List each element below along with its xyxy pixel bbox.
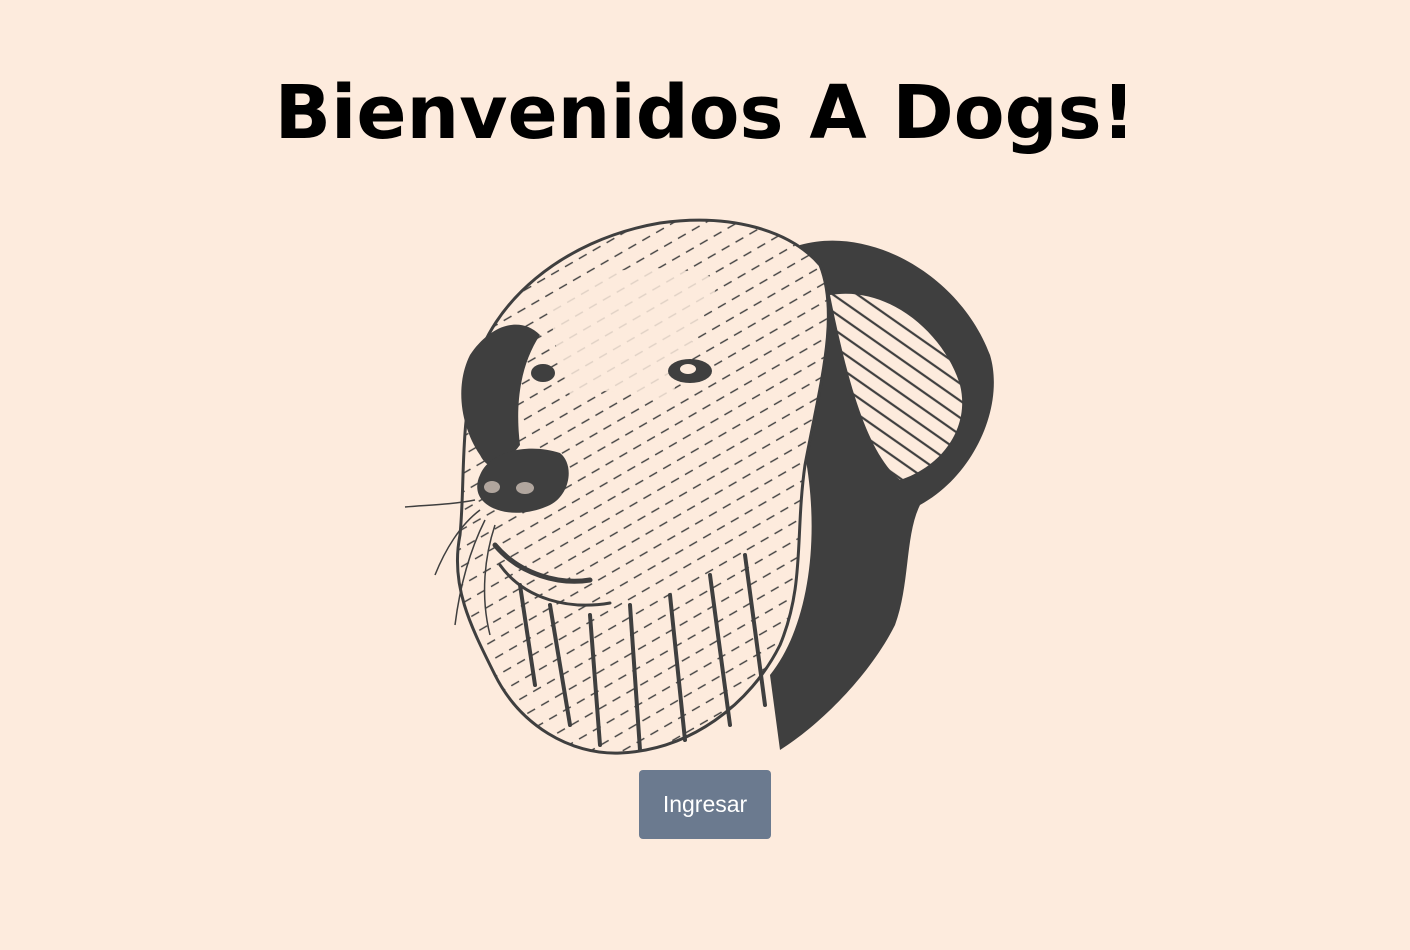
- enter-button[interactable]: Ingresar: [639, 770, 771, 839]
- page-title: Bienvenidos A Dogs!: [274, 70, 1136, 156]
- landing-page: Bienvenidos A Dogs! Ingresar: [0, 0, 1410, 950]
- dog-illustration-icon: [400, 205, 1010, 760]
